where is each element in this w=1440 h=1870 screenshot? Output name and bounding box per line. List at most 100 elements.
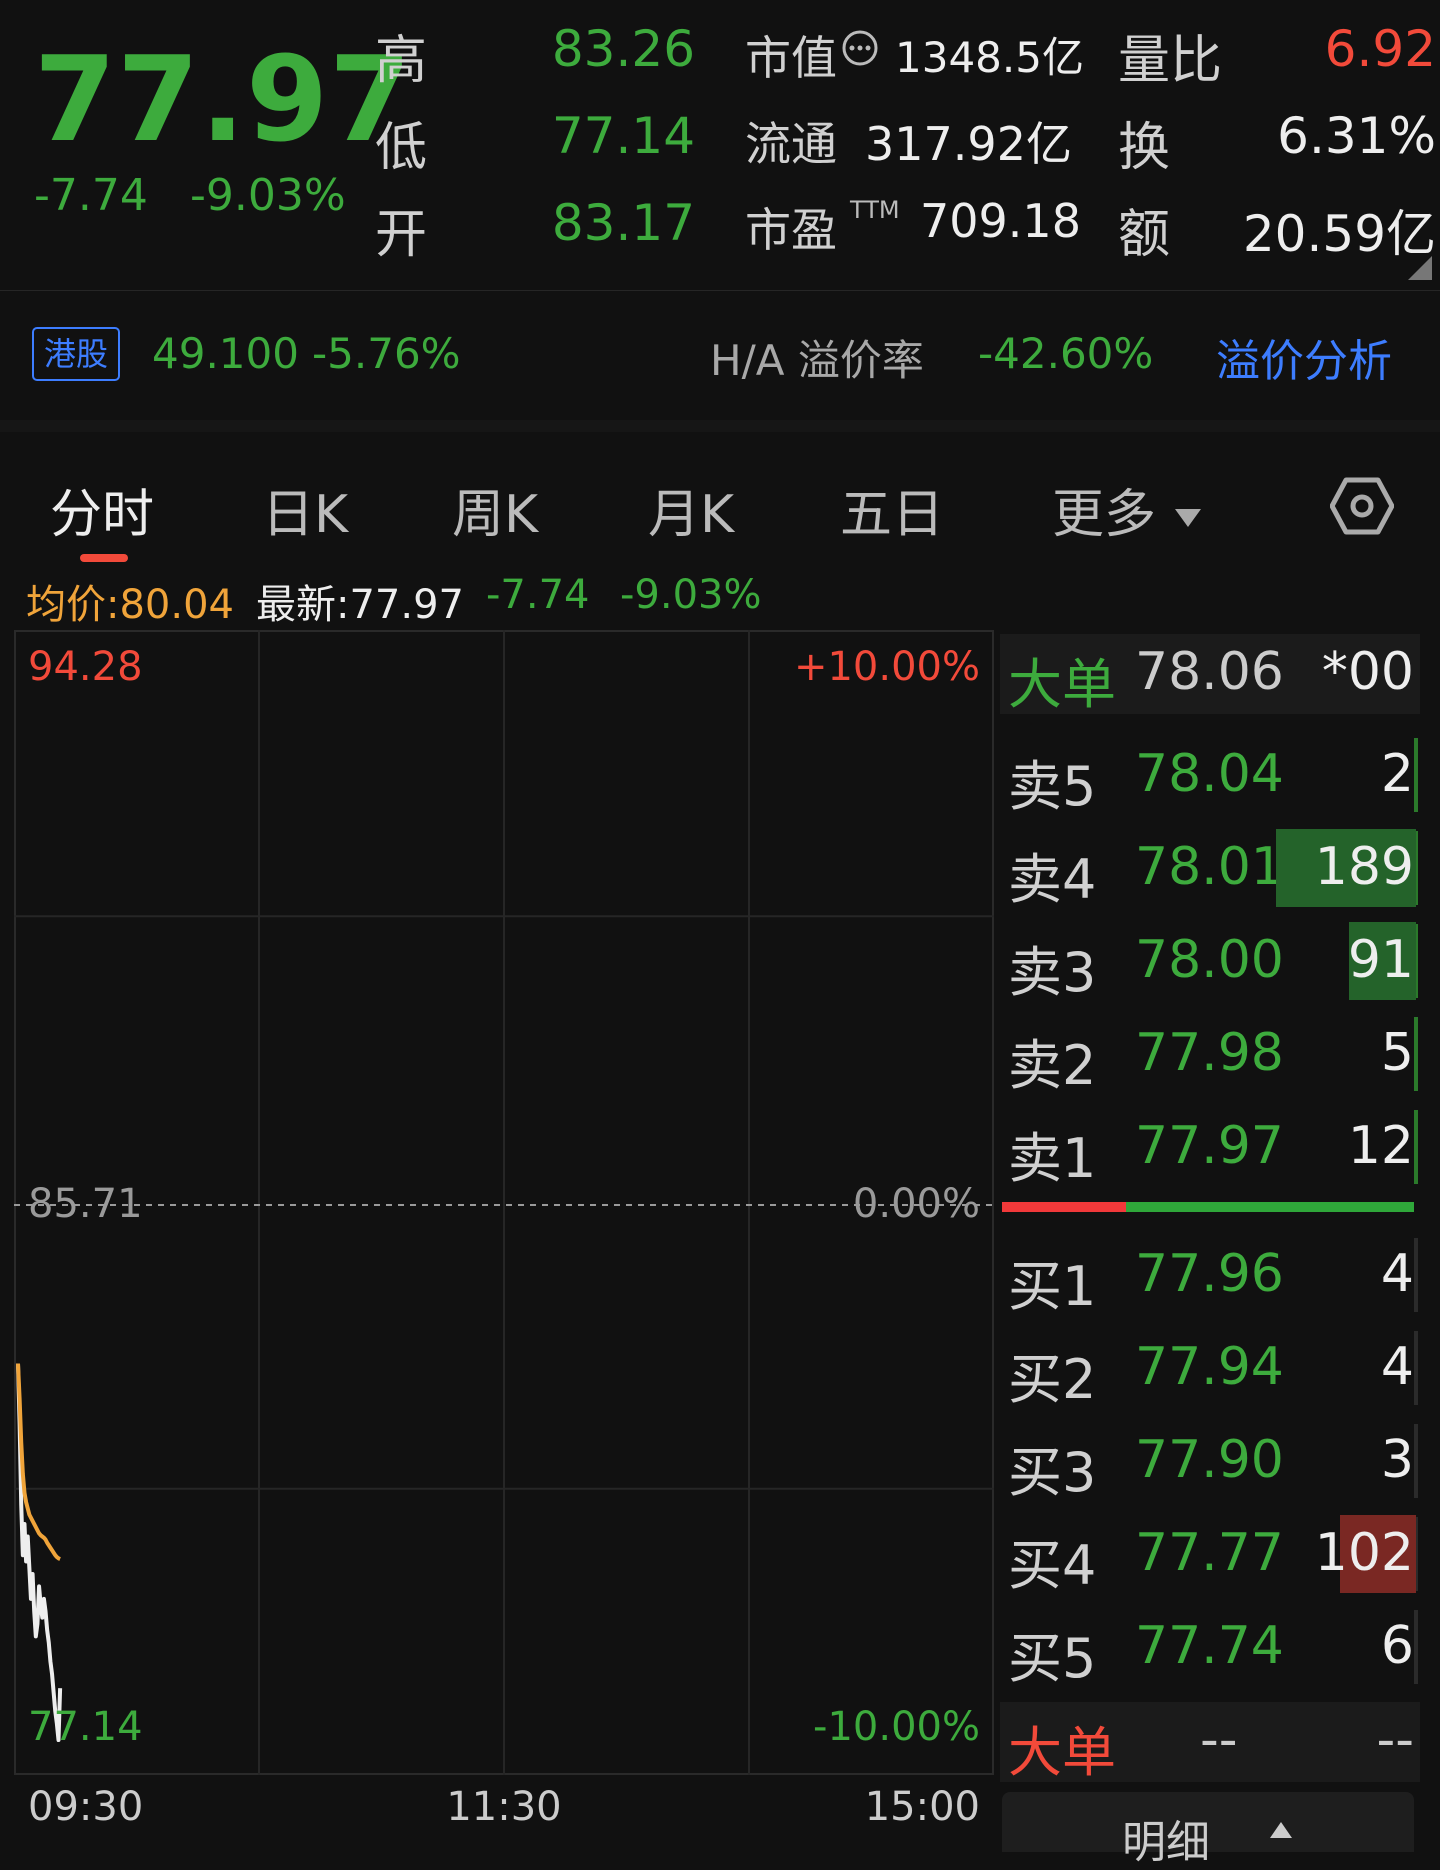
bid-row-1[interactable]: 买1 77.96 4 <box>1000 1230 1420 1320</box>
latest-price: 最新:77.97 <box>256 582 464 628</box>
ob-volume: 5 <box>1380 1023 1414 1083</box>
ob-volume: 3 <box>1380 1430 1414 1490</box>
tab-daily-k[interactable]: 日K <box>262 472 348 547</box>
hk-badge[interactable]: 港股 <box>32 327 120 381</box>
open-label: 开 <box>375 205 428 265</box>
tab-monthly-k[interactable]: 月K <box>648 472 734 547</box>
pct-mid-label: 0.00% <box>853 1181 980 1227</box>
pct-top-label: +10.00% <box>794 644 980 690</box>
ob-level-label: 买4 <box>1008 1534 1097 1597</box>
change-absolute: -7.74 <box>34 170 148 221</box>
big-order-bottom-row[interactable]: 大单 -- -- <box>1000 1702 1420 1784</box>
caret-up-icon <box>1270 1822 1292 1838</box>
big-order-bottom-label: 大单 <box>1008 1721 1116 1784</box>
big-order-top-price: 78.06 <box>1135 642 1284 702</box>
amount-label: 额 <box>1118 205 1171 265</box>
info-change-pct: -9.03% <box>620 572 762 618</box>
ob-volume: 6 <box>1380 1616 1414 1676</box>
ask-row-5[interactable]: 卖5 78.04 2 <box>1000 730 1420 820</box>
bid-row-5[interactable]: 买5 77.74 6 <box>1000 1602 1420 1692</box>
detail-toggle[interactable]: 明细 <box>1002 1792 1414 1868</box>
ob-price: 78.04 <box>1135 744 1284 804</box>
intraday-chart[interactable]: 94.28 85.71 77.14 +10.00% 0.00% -10.00% 09:30 1… <box>14 630 994 1847</box>
ask-row-3[interactable]: 卖3 78.00 91 <box>1000 916 1420 1006</box>
tab-weekly-k[interactable]: 周K <box>452 472 538 547</box>
ob-tick <box>1414 1610 1418 1684</box>
ask-row-2[interactable]: 卖2 77.98 5 <box>1000 1009 1420 1099</box>
pct-bottom-label: -10.00% <box>813 1704 980 1750</box>
y-min-label: 77.14 <box>28 1704 143 1750</box>
ob-volume: 189 <box>1314 837 1414 897</box>
change-percent: -9.03% <box>190 170 346 221</box>
average-price: 均价:80.04 <box>26 582 234 628</box>
premium-analysis-link[interactable]: 溢价分析 <box>1216 325 1392 389</box>
ob-level-label: 卖4 <box>1008 848 1097 911</box>
ob-price: 78.01 <box>1135 837 1284 897</box>
ob-tick <box>1414 1238 1418 1312</box>
buy-sell-ratio-bar <box>1002 1202 1414 1212</box>
turnover-value: 6.31% <box>1277 107 1436 165</box>
active-tab-indicator <box>80 554 128 562</box>
settings-icon[interactable] <box>1330 474 1394 538</box>
ob-volume: 102 <box>1314 1523 1414 1583</box>
bid-row-3[interactable]: 买3 77.90 3 <box>1000 1416 1420 1506</box>
premium-value: -42.60% <box>978 329 1154 378</box>
high-value: 83.26 <box>551 20 695 78</box>
ob-price: 77.96 <box>1135 1244 1284 1304</box>
low-value: 77.14 <box>551 107 695 165</box>
market-cap-label: 市值 <box>745 31 837 85</box>
tab-more[interactable]: 更多 <box>1052 472 1203 547</box>
ob-level-label: 卖3 <box>1008 941 1097 1004</box>
ob-price: 77.94 <box>1135 1337 1284 1397</box>
hk-share-row: 港股 49.100 -5.76% H/A 溢价率 -42.60% 溢价分析 <box>0 290 1440 421</box>
ob-tick <box>1414 1331 1418 1405</box>
big-order-bottom-price: -- <box>1200 1710 1238 1770</box>
quote-header: 77.97 -7.74 -9.03% 高 83.26 低 77.14 开 83.… <box>0 0 1440 290</box>
ob-level-label: 卖2 <box>1008 1034 1097 1097</box>
high-label: 高 <box>375 31 428 91</box>
tab-five-day[interactable]: 五日 <box>840 472 944 547</box>
turnover-label: 换 <box>1118 118 1171 178</box>
order-book: 大单 78.06 *00 卖5 78.04 2 卖4 78.01 189 卖3 78.00 91… <box>1000 630 1420 1868</box>
low-label: 低 <box>375 118 428 178</box>
bid-row-4[interactable]: 买4 77.77 102 <box>1000 1509 1420 1599</box>
amount-value: 20.59亿 <box>1242 205 1436 263</box>
pe-label: 市盈 <box>745 203 837 257</box>
ob-tick <box>1414 738 1418 812</box>
ob-price: 78.00 <box>1135 930 1284 990</box>
open-value: 83.17 <box>551 194 695 252</box>
info-icon[interactable] <box>840 28 880 68</box>
ob-tick <box>1414 1424 1418 1498</box>
big-order-top-vol: *00 <box>1321 642 1414 702</box>
intraday-info-line: 均价:80.04 最新:77.97 -7.74 -9.03% <box>0 566 1440 628</box>
big-order-bottom-vol: -- <box>1376 1710 1414 1770</box>
volume-ratio-label: 量比 <box>1118 31 1223 91</box>
ob-tick <box>1414 1017 1418 1091</box>
ob-level-label: 卖1 <box>1008 1127 1097 1190</box>
ob-level-label: 卖5 <box>1008 755 1097 818</box>
chart-tabs: 分时 日K 周K 月K 五日 更多 <box>0 420 1440 572</box>
tab-intraday[interactable]: 分时 <box>50 472 154 547</box>
x-label-noon: 11:30 <box>446 1784 561 1830</box>
ob-level-label: 买1 <box>1008 1255 1097 1318</box>
expand-corner-icon[interactable] <box>1408 256 1432 280</box>
ob-tick <box>1414 1110 1418 1184</box>
float-cap-value: 317.92亿 <box>865 117 1072 171</box>
last-price: 77.97 <box>34 30 413 168</box>
ask-row-1[interactable]: 卖1 77.97 12 <box>1000 1102 1420 1192</box>
volume-ratio-value: 6.92 <box>1324 20 1436 78</box>
ob-price: 77.97 <box>1135 1116 1284 1176</box>
ob-volume: 2 <box>1380 744 1414 804</box>
hk-price: 49.100 <box>152 329 299 378</box>
market-cap-value: 1348.5亿 <box>895 33 1084 82</box>
pe-value: 709.18 <box>920 194 1081 248</box>
big-order-top-label: 大单 <box>1008 653 1116 716</box>
y-mid-label: 85.71 <box>28 1181 143 1227</box>
big-order-top-row[interactable]: 大单 78.06 *00 <box>1000 634 1420 716</box>
ob-price: 77.98 <box>1135 1023 1284 1083</box>
bid-row-2[interactable]: 买2 77.94 4 <box>1000 1323 1420 1413</box>
ask-row-4[interactable]: 卖4 78.01 189 <box>1000 823 1420 913</box>
ob-level-label: 买5 <box>1008 1627 1097 1690</box>
hk-change-percent: -5.76% <box>312 329 461 378</box>
ob-price: 77.74 <box>1135 1616 1284 1676</box>
